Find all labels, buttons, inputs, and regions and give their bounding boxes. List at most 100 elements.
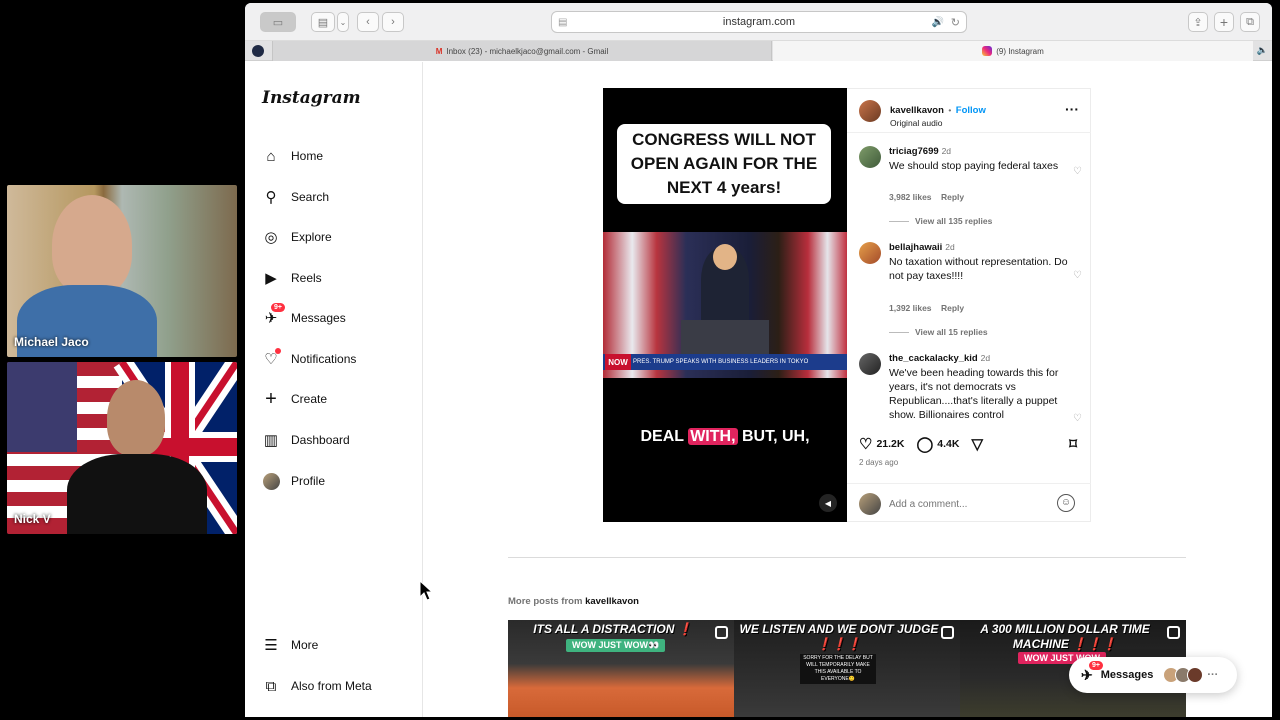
sidebar-item-label: More xyxy=(291,638,319,652)
post-panel: kavellkavon • Follow Original audio ··· … xyxy=(847,88,1091,522)
thumbnail-title: WE LISTEN AND WE DONT JUDGE ❗❗❗ xyxy=(739,622,939,651)
mute-icon[interactable]: ◀ xyxy=(819,494,837,512)
comment-icon[interactable]: ◯ xyxy=(916,435,933,453)
commenter-avatar[interactable] xyxy=(859,242,881,264)
sidebar-item-meta[interactable]: ⧉ Also from Meta xyxy=(261,672,411,700)
browser-window: ▭ ▤ ⌄ ‹ › ▤ instagram.com 🔊 ↻ ⇪ + ⧉ M In… xyxy=(245,3,1272,717)
commenter-username[interactable]: triciag7699 xyxy=(889,146,939,157)
comment-meta: 1,392 likes Reply xyxy=(889,303,964,313)
home-icon: ⌂ xyxy=(266,147,276,165)
thumbnail-tag: SORRY FOR THE DELAY BUT WILL TEMPORARILY… xyxy=(800,654,876,684)
commenter-avatar[interactable] xyxy=(859,353,881,375)
bookmark-icon[interactable]: ⌑ xyxy=(1069,435,1077,453)
address-bar[interactable]: ▤ instagram.com 🔊 ↻ xyxy=(551,11,967,33)
speaker-icon[interactable]: 🔈 xyxy=(1257,45,1268,56)
tab-instagram[interactable]: (9) Instagram xyxy=(773,41,1253,61)
instagram-sidebar: Instagram ⌂ Home ⚲ Search ◎ Explore ▶ Re… xyxy=(245,62,423,717)
search-icon: ⚲ xyxy=(265,189,277,206)
plus-icon: + xyxy=(265,387,277,410)
tab-overview-icon[interactable]: ⧉ xyxy=(1240,12,1260,32)
post-video[interactable]: CONGRESS WILL NOT OPEN AGAIN FOR THE NEX… xyxy=(603,88,847,522)
sidebar-item-dashboard[interactable]: ▥ Dashboard xyxy=(261,426,411,454)
comment-body: bellajhawaii 2d No taxation without repr… xyxy=(889,240,1069,283)
share-icon[interactable]: ⇪ xyxy=(1188,12,1208,32)
new-tab-icon[interactable]: + xyxy=(1214,12,1234,32)
post-header: kavellkavon • Follow Original audio ··· xyxy=(847,89,1091,133)
forward-icon[interactable]: › xyxy=(382,12,404,32)
comment-body: the_cackalacky_kid 2d We've been heading… xyxy=(889,351,1069,421)
follow-button[interactable]: Follow xyxy=(956,105,986,116)
author-avatar[interactable] xyxy=(859,100,881,122)
comment-count[interactable]: 4.4K xyxy=(937,438,959,450)
messages-label: Messages xyxy=(1100,669,1154,681)
comment-likes[interactable]: 3,982 likes xyxy=(889,192,932,202)
like-icon[interactable]: ♡ xyxy=(859,435,872,453)
meta-icon: ⧉ xyxy=(265,677,277,695)
more-posts-label: More posts from xyxy=(508,596,583,607)
post-time: 2 days ago xyxy=(859,458,899,467)
sidebar-item-reels[interactable]: ▶ Reels xyxy=(261,264,411,292)
add-comment-input[interactable] xyxy=(889,496,1049,512)
comment-age: 2d xyxy=(945,242,955,252)
like-count[interactable]: 21.2K xyxy=(876,438,904,450)
sidebar-item-search[interactable]: ⚲ Search xyxy=(261,183,411,211)
more-options-icon[interactable]: ··· xyxy=(1065,101,1079,117)
commenter-username[interactable]: the_cackalacky_kid xyxy=(889,353,978,364)
comment-likes[interactable]: 1,392 likes xyxy=(889,303,932,313)
sidebar-toggle-icon[interactable]: ▤ xyxy=(311,12,335,32)
share-icon[interactable]: ▽ xyxy=(971,435,983,453)
emoji-icon[interactable]: ☺ xyxy=(1057,494,1075,512)
sidebar-item-home[interactable]: ⌂ Home xyxy=(261,142,411,170)
like-comment-icon[interactable]: ♡ xyxy=(1073,270,1082,281)
video-tile-nick: Nick V xyxy=(7,362,237,534)
window-button[interactable]: ▭ xyxy=(260,12,296,32)
sidebar-item-label: Explore xyxy=(291,230,332,244)
view-replies-button[interactable]: View all 15 replies xyxy=(889,327,988,337)
audio-label[interactable]: Original audio xyxy=(890,118,986,128)
more-options-icon[interactable]: ··· xyxy=(1207,669,1218,681)
author-username[interactable]: kavellkavon xyxy=(890,105,944,116)
instagram-logo[interactable]: Instagram xyxy=(262,88,361,108)
reply-button[interactable]: Reply xyxy=(941,192,964,202)
more-posts-user[interactable]: kavellkavon xyxy=(585,596,639,607)
sidebar-item-create[interactable]: + Create xyxy=(261,385,411,413)
sidebar-item-more[interactable]: ☰ More xyxy=(261,631,411,659)
page-icon: ▤ xyxy=(558,16,568,28)
comment-text: We should stop paying federal taxes xyxy=(889,160,1059,172)
like-comment-icon[interactable]: ♡ xyxy=(1073,166,1082,177)
sidebar-item-explore[interactable]: ◎ Explore xyxy=(261,223,411,251)
reel-icon xyxy=(715,626,728,639)
messages-floating-button[interactable]: ✈ 9+ Messages ··· xyxy=(1069,657,1237,693)
reel-icon xyxy=(941,626,954,639)
sidebar-item-notifications[interactable]: ♡ Notifications xyxy=(261,345,411,373)
tab-gmail[interactable]: M Inbox (23) - michaelkjaco@gmail.com - … xyxy=(272,41,772,61)
dashboard-icon: ▥ xyxy=(263,432,279,449)
sidebar-item-messages[interactable]: ✈ 9+ Messages xyxy=(261,303,411,332)
post-actions: ♡ 21.2K ◯ 4.4K ▽ ⌑ xyxy=(859,433,1081,455)
speaker-icon[interactable]: 🔊 xyxy=(932,17,944,28)
like-comment-icon[interactable]: ♡ xyxy=(1073,413,1082,421)
comment-age: 2d xyxy=(941,146,952,156)
sidebar-item-profile[interactable]: Profile xyxy=(261,467,411,495)
thumbnail-post[interactable]: WE LISTEN AND WE DONT JUDGE ❗❗❗ SORRY FO… xyxy=(734,620,960,717)
view-replies-button[interactable]: View all 135 replies xyxy=(889,216,992,226)
ticker-text: PRES. TRUMP SPEAKS WITH BUSINESS LEADERS… xyxy=(633,359,809,365)
reply-button[interactable]: Reply xyxy=(941,303,964,313)
commenter-avatar[interactable] xyxy=(859,146,881,168)
reel-icon xyxy=(1167,626,1180,639)
sidebar-item-label: Search xyxy=(291,190,330,204)
comment-item: triciag7699 2d We should stop paying fed… xyxy=(859,144,1084,204)
commenter-username[interactable]: bellajhawaii xyxy=(889,242,942,253)
comment-meta: 3,982 likes Reply xyxy=(889,192,964,202)
pinned-tab-icon[interactable] xyxy=(252,45,264,57)
messages-badge: 9+ xyxy=(1089,660,1103,670)
avatar xyxy=(1187,667,1204,683)
subtitle-highlight: WITH, xyxy=(688,428,738,445)
comment-text: We've been heading towards this for year… xyxy=(889,367,1059,421)
sidebar-item-label: Notifications xyxy=(291,352,357,366)
reload-icon[interactable]: ↻ xyxy=(951,16,960,29)
thumbnail-post[interactable]: ITS ALL A DISTRACTION ❗ WOW JUST WOW👀 xyxy=(508,620,734,717)
back-icon[interactable]: ‹ xyxy=(357,12,379,32)
sidebar-item-label: Home xyxy=(291,149,324,163)
chevron-down-icon[interactable]: ⌄ xyxy=(337,12,349,32)
